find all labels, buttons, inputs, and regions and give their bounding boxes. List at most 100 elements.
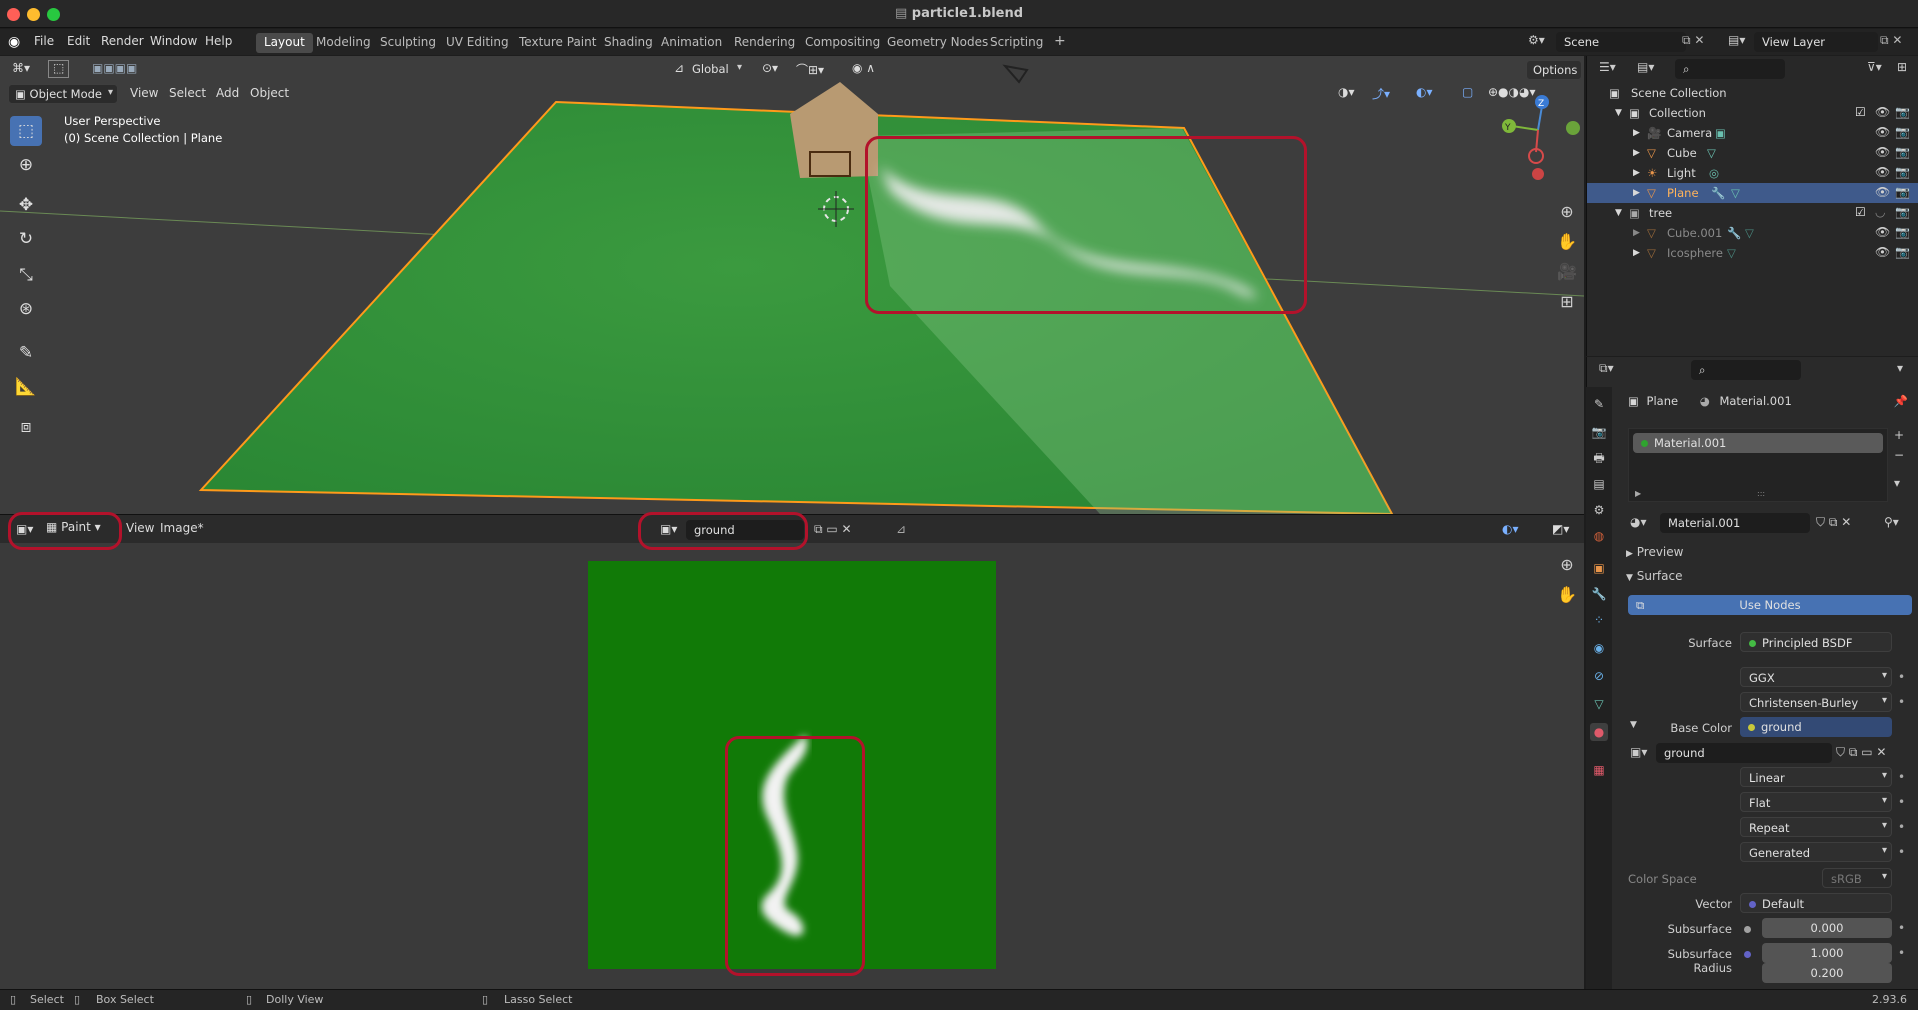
outliner-row-light[interactable]: ▶ ☀ Light ◎ 👁 📷 — [1587, 163, 1918, 183]
expand-icon[interactable]: ▶ — [1633, 148, 1640, 158]
image-pan-icon[interactable]: ✋ — [1552, 581, 1582, 609]
3d-viewport[interactable]: Z Y — [0, 56, 1584, 514]
rotate-tool-icon[interactable]: ↻ — [10, 224, 42, 254]
eye-icon[interactable]: 👁 — [1875, 245, 1890, 259]
ortho-toggle-icon[interactable]: ⊞ — [1552, 288, 1582, 316]
add-cube-tool-icon[interactable]: ⧈ — [10, 412, 42, 442]
material-slot-list[interactable]: Material.001 ▶ ::: — [1628, 428, 1888, 502]
material-actions-icons[interactable]: ⛉ ⧉ ✕ — [1816, 515, 1851, 530]
filter-icon[interactable]: ⊽▾ — [1867, 60, 1882, 74]
overlays-icon[interactable]: ◐▾ — [1410, 83, 1439, 103]
measure-tool-icon[interactable]: 📐 — [10, 372, 42, 402]
proportional-edit-icon[interactable]: ◉ ∧ — [846, 59, 881, 79]
eye-icon[interactable]: 👁 — [1875, 165, 1890, 179]
new-scene-icon[interactable]: ⧉ ✕ — [1682, 33, 1704, 48]
outliner-row-plane[interactable]: ▶ ▽ Plane 🔧 ▽ 👁 📷 — [1587, 183, 1918, 203]
view-layer-icon[interactable]: ▤▾ — [1728, 33, 1745, 47]
texture-tab-icon[interactable]: ▦ — [1590, 761, 1608, 779]
select-box-tool-icon[interactable]: ⬚ — [10, 116, 42, 146]
navigation-gizmo[interactable]: Z Y — [1502, 95, 1580, 180]
keyframe-dot[interactable]: • — [1898, 946, 1905, 960]
output-tab-icon[interactable]: 🖶 — [1590, 449, 1608, 467]
checkbox-icon[interactable]: ☑ — [1855, 105, 1866, 119]
properties-editor-icon[interactable]: ⧉▾ — [1599, 361, 1614, 376]
physics-tab-icon[interactable]: ◉ — [1590, 639, 1608, 657]
expand-icon[interactable]: ▼ — [1615, 208, 1622, 218]
xray-icon[interactable]: ▢ — [1456, 83, 1479, 103]
surface-shader-field[interactable]: Principled BSDF — [1740, 632, 1892, 652]
gizmo-toggle-icon[interactable]: ⤴▾ — [1366, 83, 1396, 103]
modifier-tab-icon[interactable]: 🔧 — [1590, 585, 1608, 603]
blender-logo-icon[interactable]: ◉ — [8, 34, 20, 50]
object-mode-dropdown[interactable]: ▣ Object Mode ▾ — [8, 84, 118, 104]
expand-icon[interactable]: ▶ — [1635, 489, 1641, 498]
vector-field[interactable]: Default — [1740, 893, 1892, 913]
image-zoom-icon[interactable]: ⊕ — [1552, 551, 1582, 579]
menu-edit[interactable]: Edit — [67, 34, 90, 48]
menu-file[interactable]: File — [34, 34, 54, 48]
eye-icon[interactable]: 👁 — [1875, 185, 1890, 199]
outliner-search-input[interactable]: ⌕ — [1675, 59, 1785, 79]
source-dropdown[interactable]: Generated ▾ — [1740, 842, 1892, 862]
keyframe-dot[interactable]: • — [1898, 695, 1905, 709]
pin-icon[interactable]: 📌 — [1894, 394, 1908, 408]
interpolation-dropdown[interactable]: Linear ▾ — [1740, 767, 1892, 787]
material-tab-icon[interactable]: ● — [1590, 723, 1608, 741]
render-camera-icon[interactable]: 📷 — [1895, 225, 1910, 239]
editor-type-icon[interactable]: ⌘▾ — [6, 59, 36, 79]
expand-icon[interactable]: ▼ — [1630, 720, 1637, 730]
viewport-menu-view[interactable]: View — [130, 86, 158, 100]
world-tab-icon[interactable]: ◍ — [1590, 527, 1608, 545]
subsurface-radius-y-field[interactable]: 0.200 — [1762, 963, 1892, 983]
expand-icon[interactable]: ▶ — [1633, 128, 1640, 138]
panel-preview[interactable]: ▶ Preview — [1626, 545, 1683, 559]
projection-dropdown[interactable]: Flat ▾ — [1740, 792, 1892, 812]
link-icon[interactable]: ⚲▾ — [1884, 515, 1899, 529]
keyframe-dot[interactable]: • — [1898, 795, 1905, 809]
texture-image-name-field[interactable]: ground — [1656, 743, 1832, 763]
outliner-row-tree[interactable]: ▼ ▣ tree ☑ ◡ 📷 — [1587, 203, 1918, 223]
eye-icon[interactable]: 👁 — [1875, 225, 1890, 239]
image-menu-image[interactable]: Image* — [160, 521, 204, 535]
viewport-menu-object[interactable]: Object — [250, 86, 289, 100]
selection-mode-icons[interactable]: ▣▣▣▣ — [86, 59, 143, 79]
panel-surface[interactable]: ▼ Surface — [1626, 569, 1682, 583]
tab-modeling[interactable]: Modeling — [308, 33, 379, 53]
keyframe-dot[interactable]: • — [1898, 770, 1905, 784]
constraints-tab-icon[interactable]: ⊘ — [1590, 667, 1608, 685]
outliner-row-collection[interactable]: ▼ ▣ Collection ☑ 👁 📷 — [1587, 103, 1918, 123]
render-camera-icon[interactable]: 📷 — [1895, 145, 1910, 159]
scale-tool-icon[interactable]: ⤡ — [10, 260, 42, 290]
snap-icon[interactable]: ⌒⊞▾ — [790, 59, 830, 79]
subsurface-radius-x-field[interactable]: 1.000 — [1762, 943, 1892, 963]
tab-texture-paint[interactable]: Texture Paint — [511, 33, 604, 53]
menu-window[interactable]: Window — [150, 34, 197, 48]
object-tab-icon[interactable]: ▣ — [1590, 559, 1608, 577]
tab-uv-editing[interactable]: UV Editing — [438, 33, 517, 53]
subsurface-field[interactable]: 0.000 — [1762, 918, 1892, 938]
eye-icon[interactable]: ◡ — [1875, 205, 1885, 219]
image-actions-icons[interactable]: ⛉ ⧉ ▭ ✕ — [1836, 745, 1886, 760]
use-nodes-button[interactable]: ⧉ Use Nodes — [1628, 595, 1912, 615]
expand-icon[interactable]: ▶ — [1633, 188, 1640, 198]
render-camera-icon[interactable]: 📷 — [1895, 125, 1910, 139]
viewport-menu-add[interactable]: Add — [216, 86, 239, 100]
render-camera-icon[interactable]: 📷 — [1895, 205, 1910, 219]
options-dropdown[interactable]: Options — [1526, 60, 1582, 80]
menu-help[interactable]: Help — [205, 34, 232, 48]
cursor-tool-icon[interactable]: ⊕ — [10, 150, 42, 180]
expand-icon[interactable]: ▶ — [1633, 228, 1640, 238]
pin-icon[interactable]: ⊿ — [890, 520, 912, 540]
select-tool-icon[interactable]: ⬚ — [48, 60, 70, 78]
outliner-row-cube[interactable]: ▶ ▽ Cube ▽ 👁 📷 — [1587, 143, 1918, 163]
checkbox-icon[interactable]: ☑ — [1855, 205, 1866, 219]
view-layer-tab-icon[interactable]: ▤ — [1590, 475, 1608, 493]
shading-modes-icons[interactable]: ⊕●◑◕▾ — [1482, 83, 1542, 103]
add-workspace-icon[interactable]: + — [1046, 33, 1074, 53]
annotate-tool-icon[interactable]: ✎ — [10, 338, 42, 368]
eye-icon[interactable]: 👁 — [1875, 145, 1890, 159]
tab-layout[interactable]: Layout — [256, 33, 313, 53]
scene-icon[interactable]: ⚙▾ — [1528, 33, 1545, 47]
image-overlays-icon[interactable]: ◐▾ — [1496, 520, 1525, 540]
tab-geometry-nodes[interactable]: Geometry Nodes — [879, 33, 996, 53]
